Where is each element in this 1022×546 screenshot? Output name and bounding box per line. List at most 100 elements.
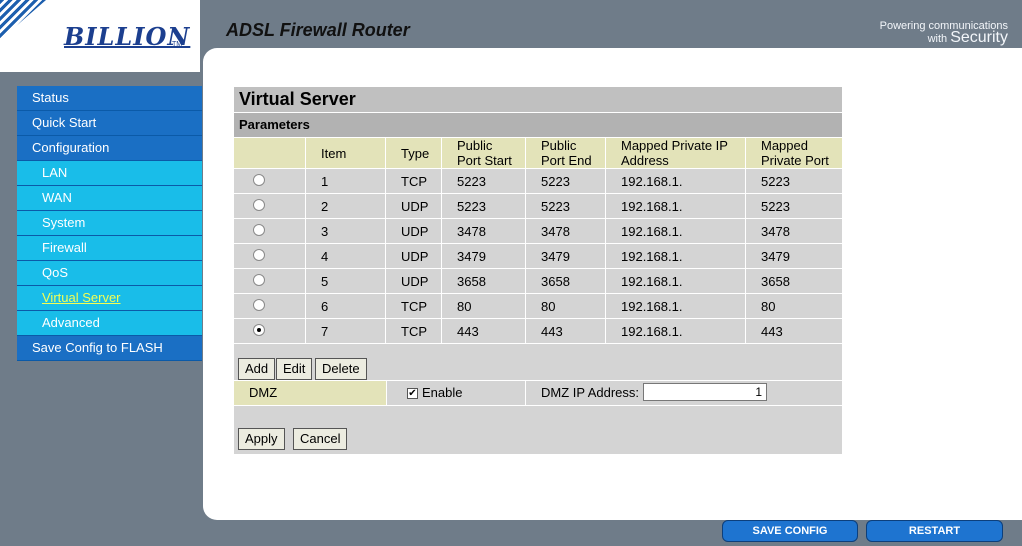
row-select bbox=[234, 269, 305, 293]
edit-button[interactable]: Edit bbox=[276, 358, 313, 380]
row-select-radio[interactable] bbox=[253, 248, 265, 261]
row-public-port-start: 3658 bbox=[442, 269, 525, 293]
sidebar-item-status[interactable]: Status bbox=[17, 86, 202, 111]
row-select bbox=[234, 169, 305, 193]
table-row: 6 TCP 80 80 192.168.1. 80 bbox=[234, 294, 842, 318]
logo-stripes-icon bbox=[0, 0, 46, 40]
row-select-radio[interactable] bbox=[253, 223, 265, 236]
cancel-button[interactable]: Cancel bbox=[293, 428, 348, 450]
col-pps-line1: Public bbox=[457, 138, 493, 153]
logo-area: BILLION TM bbox=[0, 0, 200, 72]
col-item: Item bbox=[306, 138, 385, 168]
row-type: UDP bbox=[386, 269, 441, 293]
row-item: 5 bbox=[306, 269, 385, 293]
row-public-port-end: 3479 bbox=[526, 244, 605, 268]
dmz-row: DMZ ✔ Enable DMZ IP Address: bbox=[234, 381, 842, 405]
sidebar-item-configuration[interactable]: Configuration bbox=[17, 136, 202, 161]
dmz-ip-cell: DMZ IP Address: bbox=[526, 381, 842, 405]
row-select-radio[interactable] bbox=[253, 273, 265, 286]
dmz-ip-input[interactable] bbox=[643, 383, 767, 401]
page-title: Virtual Server bbox=[234, 87, 842, 112]
sidebar-item-lan[interactable]: LAN bbox=[17, 161, 202, 186]
restart-button[interactable]: RESTART bbox=[866, 520, 1003, 542]
add-button[interactable]: Add bbox=[238, 358, 276, 380]
virtual-server-panel: Virtual Server Parameters Item Type Publ… bbox=[233, 87, 843, 454]
row-mapped-private-port: 3658 bbox=[746, 269, 842, 293]
row-select-radio[interactable] bbox=[253, 298, 265, 311]
row-mapped-private-ip: 192.168.1. bbox=[606, 294, 745, 318]
row-mapped-private-port: 3478 bbox=[746, 219, 842, 243]
sidebar-item-qos[interactable]: QoS bbox=[17, 261, 202, 286]
row-mapped-private-port: 5223 bbox=[746, 194, 842, 218]
dmz-enable-checkbox[interactable]: ✔ bbox=[407, 388, 418, 400]
row-select-radio[interactable] bbox=[253, 198, 265, 211]
row-mapped-private-ip: 192.168.1. bbox=[606, 269, 745, 293]
table-row: 3 UDP 3478 3478 192.168.1. 3478 bbox=[234, 219, 842, 243]
row-type: TCP bbox=[386, 169, 441, 193]
row-select bbox=[234, 294, 305, 318]
row-select-radio[interactable] bbox=[253, 173, 265, 186]
parameters-heading: Parameters bbox=[234, 113, 842, 137]
table-row: 7 TCP 443 443 192.168.1. 443 bbox=[234, 319, 842, 343]
row-type: TCP bbox=[386, 319, 441, 343]
row-public-port-end: 80 bbox=[526, 294, 605, 318]
row-mapped-private-ip: 192.168.1. bbox=[606, 194, 745, 218]
row-item: 4 bbox=[306, 244, 385, 268]
col-mapped-private-ip: Mapped Private IP Address bbox=[606, 138, 745, 168]
row-public-port-end: 5223 bbox=[526, 194, 605, 218]
row-type: UDP bbox=[386, 219, 441, 243]
table-row: 2 UDP 5223 5223 192.168.1. 5223 bbox=[234, 194, 842, 218]
row-item: 3 bbox=[306, 219, 385, 243]
dmz-enable[interactable]: ✔ Enable bbox=[387, 381, 525, 405]
col-pps-line2: Port Start bbox=[457, 153, 512, 168]
row-actions: Add Edit Delete bbox=[234, 344, 842, 380]
row-public-port-start: 80 bbox=[442, 294, 525, 318]
table-row: 4 UDP 3479 3479 192.168.1. 3479 bbox=[234, 244, 842, 268]
dmz-label: DMZ bbox=[234, 381, 386, 405]
row-mapped-private-ip: 192.168.1. bbox=[606, 319, 745, 343]
col-public-port-start: Public Port Start bbox=[442, 138, 525, 168]
row-mapped-private-port: 80 bbox=[746, 294, 842, 318]
sidebar-item-virtual-server[interactable]: Virtual Server bbox=[17, 286, 202, 311]
row-public-port-start: 5223 bbox=[442, 194, 525, 218]
sidebar-item-save-config[interactable]: Save Config to FLASH bbox=[17, 336, 202, 361]
col-mpp-line2: Private Port bbox=[761, 153, 829, 168]
row-item: 1 bbox=[306, 169, 385, 193]
col-ppe-line1: Public bbox=[541, 138, 577, 153]
row-select bbox=[234, 244, 305, 268]
table-row: 1 TCP 5223 5223 192.168.1. 5223 bbox=[234, 169, 842, 193]
sidebar-item-quick-start[interactable]: Quick Start bbox=[17, 111, 202, 136]
row-select bbox=[234, 319, 305, 343]
row-select bbox=[234, 219, 305, 243]
delete-button[interactable]: Delete bbox=[315, 358, 367, 380]
col-public-port-end: Public Port End bbox=[526, 138, 605, 168]
col-select bbox=[234, 138, 305, 168]
col-mapped-private-port: Mapped Private Port bbox=[746, 138, 842, 168]
row-public-port-end: 443 bbox=[526, 319, 605, 343]
col-type: Type bbox=[386, 138, 441, 168]
row-public-port-start: 443 bbox=[442, 319, 525, 343]
sidebar-item-wan[interactable]: WAN bbox=[17, 186, 202, 211]
table-row: 5 UDP 3658 3658 192.168.1. 3658 bbox=[234, 269, 842, 293]
apply-button[interactable]: Apply bbox=[238, 428, 285, 450]
row-public-port-start: 3479 bbox=[442, 244, 525, 268]
trademark: TM bbox=[172, 41, 183, 48]
row-item: 2 bbox=[306, 194, 385, 218]
row-mapped-private-port: 443 bbox=[746, 319, 842, 343]
row-public-port-end: 3658 bbox=[526, 269, 605, 293]
sidebar-item-advanced[interactable]: Advanced bbox=[17, 311, 202, 336]
col-mip-line2: Address bbox=[621, 153, 669, 168]
sidebar-item-firewall[interactable]: Firewall bbox=[17, 236, 202, 261]
app-title: ADSL Firewall Router bbox=[226, 20, 410, 40]
row-type: TCP bbox=[386, 294, 441, 318]
row-select bbox=[234, 194, 305, 218]
virtual-server-table: Item Type Public Port Start Public Port … bbox=[233, 137, 843, 344]
save-config-button[interactable]: SAVE CONFIG bbox=[722, 520, 858, 542]
tagline-security: Security bbox=[950, 29, 1008, 46]
col-ppe-line2: Port End bbox=[541, 153, 592, 168]
row-public-port-end: 3478 bbox=[526, 219, 605, 243]
sidebar-item-system[interactable]: System bbox=[17, 211, 202, 236]
row-mapped-private-port: 3479 bbox=[746, 244, 842, 268]
row-public-port-start: 3478 bbox=[442, 219, 525, 243]
row-select-radio[interactable] bbox=[253, 323, 265, 336]
